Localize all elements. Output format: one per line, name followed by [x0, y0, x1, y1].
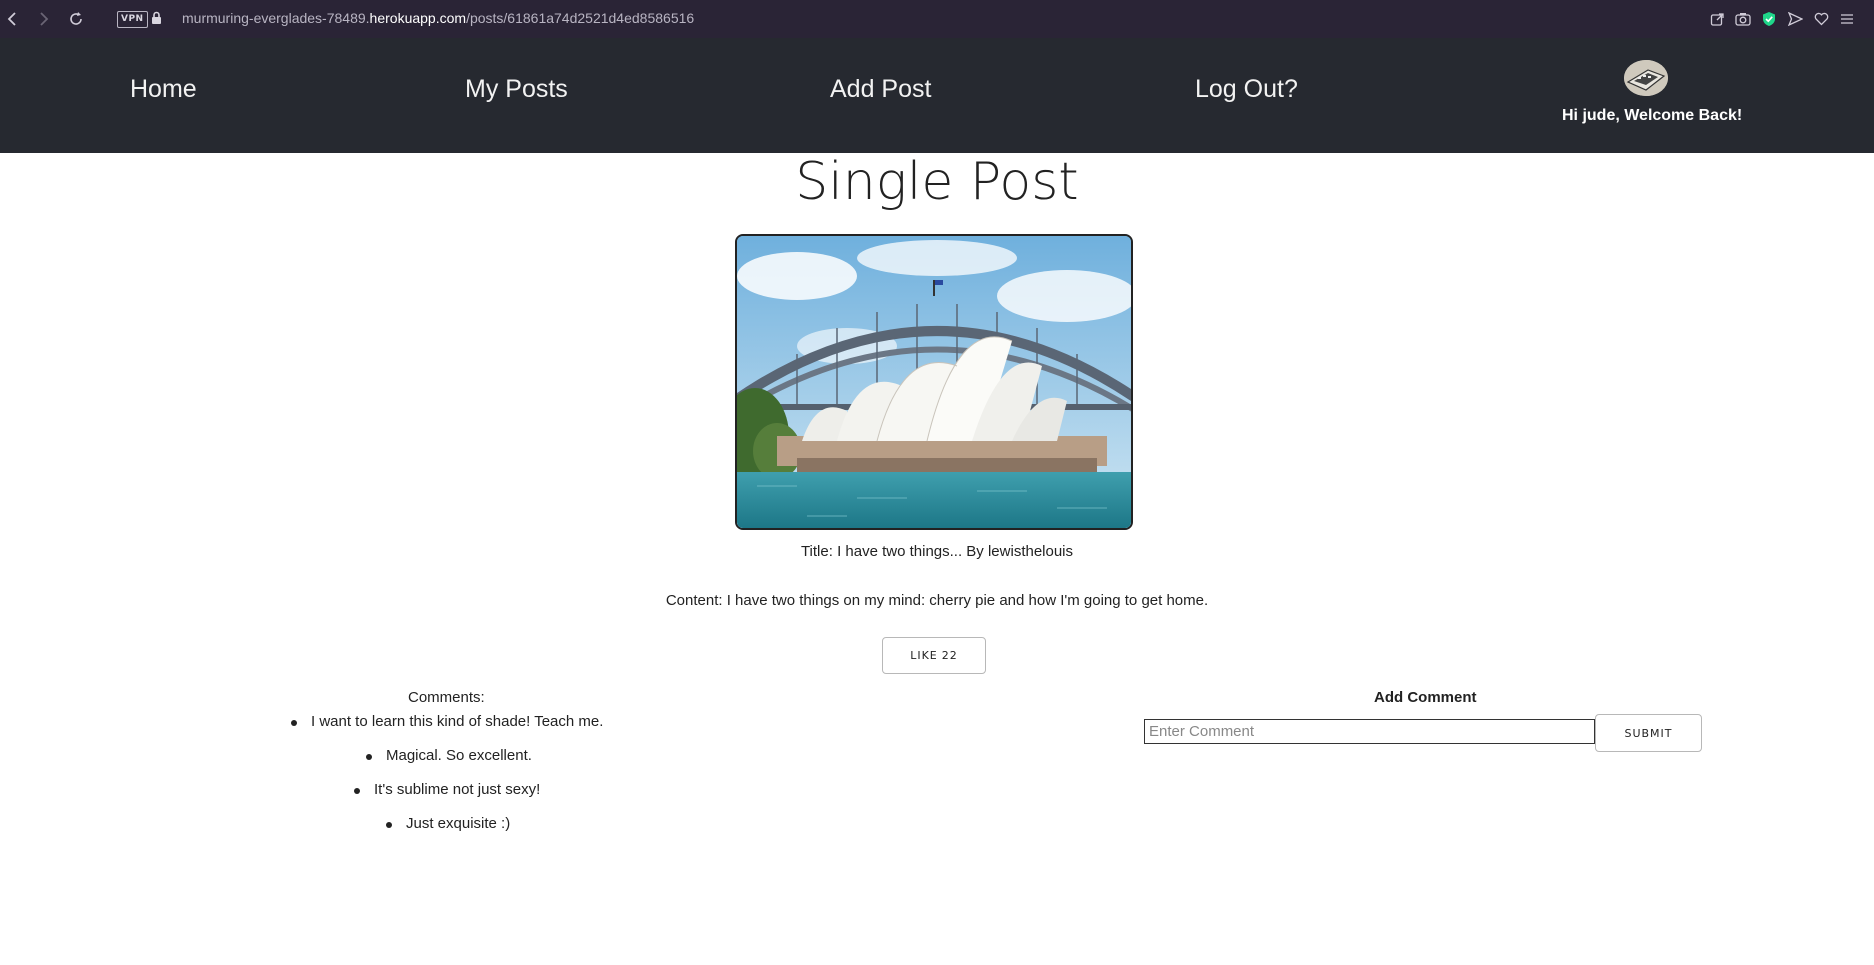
- like-count: 22: [941, 649, 958, 662]
- url-path: /posts/61861a74d2521d4ed8586516: [466, 10, 695, 26]
- comment-item: Magical. So excellent.: [366, 747, 532, 764]
- post-title: Title: I have two things... By lewisthel…: [800, 543, 1074, 560]
- post-content: Content: I have two things on my mind: c…: [665, 592, 1209, 609]
- nav-log-out-link[interactable]: Log Out?: [1195, 75, 1298, 104]
- comments-heading: Comments:: [408, 689, 485, 706]
- camera-icon[interactable]: [1734, 9, 1752, 29]
- submit-comment-button[interactable]: SUBMIT: [1595, 714, 1702, 752]
- reload-icon[interactable]: [66, 9, 86, 29]
- page-title: Single Post: [795, 152, 1079, 212]
- url-prefix: murmuring-everglades-78489.: [182, 10, 370, 26]
- lock-icon[interactable]: [151, 11, 162, 30]
- avatar[interactable]: [1624, 60, 1668, 96]
- vpn-badge[interactable]: VPN: [117, 11, 148, 28]
- shield-icon[interactable]: [1760, 9, 1778, 29]
- comment-item: It's sublime not just sexy!: [353, 781, 541, 798]
- share-icon[interactable]: [1708, 9, 1726, 29]
- url-host: herokuapp.com: [369, 10, 467, 26]
- comment-item: Just exquisite :): [385, 815, 511, 832]
- site-navbar: Home My Posts Add Post Log Out? Hi jude,…: [0, 38, 1874, 153]
- add-comment-heading: Add Comment: [1374, 689, 1477, 706]
- post-image: [735, 234, 1133, 530]
- nav-my-posts-link[interactable]: My Posts: [465, 75, 568, 104]
- comment-input[interactable]: [1144, 719, 1595, 744]
- browser-toolbar: VPN murmuring-everglades-78489.herokuapp…: [0, 0, 1874, 38]
- welcome-message: Hi jude, Welcome Back!: [1562, 107, 1743, 124]
- forward-icon[interactable]: [34, 9, 54, 29]
- like-button[interactable]: LIKE 22: [882, 637, 986, 674]
- menu-icon[interactable]: [1838, 9, 1856, 29]
- nav-add-post-link[interactable]: Add Post: [830, 75, 931, 104]
- address-bar[interactable]: murmuring-everglades-78489.herokuapp.com…: [182, 10, 694, 26]
- send-icon[interactable]: [1786, 9, 1804, 29]
- comment-item: I want to learn this kind of shade! Teac…: [290, 713, 604, 730]
- like-label: LIKE: [910, 649, 938, 662]
- nav-home-link[interactable]: Home: [130, 75, 197, 104]
- heart-icon[interactable]: [1812, 9, 1830, 29]
- back-icon[interactable]: [2, 9, 22, 29]
